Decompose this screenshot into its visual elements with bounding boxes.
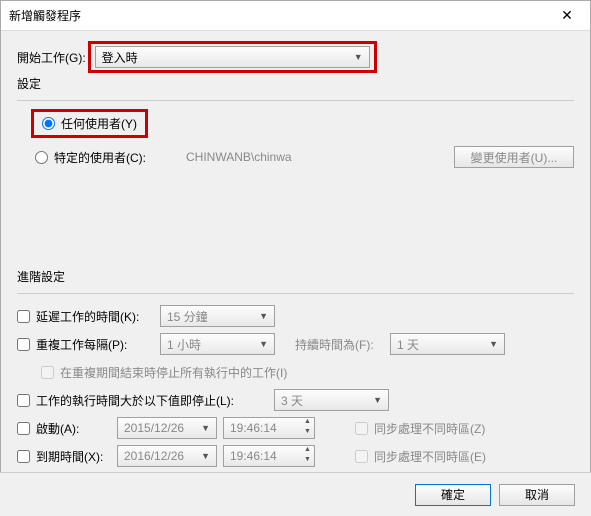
activate-time-value: 19:46:14 bbox=[230, 421, 277, 435]
specific-user-label: 特定的使用者(C): bbox=[54, 149, 146, 166]
specific-user-radio[interactable] bbox=[35, 151, 48, 164]
chevron-down-icon: ▼ bbox=[489, 339, 498, 349]
content: 開始工作(G): 登入時 ▼ 設定 任何使用者(Y) 特定的使用者(C): CH… bbox=[1, 31, 590, 512]
expire-time-field[interactable]: 19:46:14 bbox=[223, 445, 301, 467]
change-user-button[interactable]: 變更使用者(U)... bbox=[454, 146, 574, 168]
username-text: CHINWANB\chinwa bbox=[186, 150, 454, 164]
chevron-down-icon: ▼ bbox=[259, 311, 268, 321]
expire-sync-tz-label: 同步處理不同時區(E) bbox=[374, 448, 486, 465]
stop-if-longer-checkbox[interactable] bbox=[17, 394, 30, 407]
stop-if-longer-dropdown[interactable]: 3 天 ▼ bbox=[274, 389, 389, 411]
delay-checkbox[interactable] bbox=[17, 310, 30, 323]
close-icon[interactable]: ✕ bbox=[552, 7, 582, 24]
titlebar: 新增觸發程序 ✕ bbox=[1, 1, 590, 31]
any-user-label: 任何使用者(Y) bbox=[61, 115, 137, 132]
stop-if-longer-label: 工作的執行時間大於以下值即停止(L): bbox=[36, 392, 268, 409]
any-user-highlight: 任何使用者(Y) bbox=[31, 109, 148, 138]
cancel-button[interactable]: 取消 bbox=[499, 484, 575, 506]
expire-time-value: 19:46:14 bbox=[230, 449, 277, 463]
separator bbox=[17, 100, 574, 101]
any-user-radio[interactable] bbox=[42, 117, 55, 130]
duration-value: 1 天 bbox=[397, 336, 419, 353]
duration-dropdown[interactable]: 1 天 ▼ bbox=[390, 333, 505, 355]
chevron-down-icon: ▼ bbox=[201, 451, 210, 461]
activate-row: 啟動(A): 2015/12/26 ▼ 19:46:14 ▲▼ 同步處理不同時區… bbox=[17, 416, 574, 440]
activate-sync-tz-label: 同步處理不同時區(Z) bbox=[374, 420, 485, 437]
repeat-value: 1 小時 bbox=[167, 336, 201, 353]
expire-date-value: 2016/12/26 bbox=[124, 449, 184, 463]
expire-time-spinner[interactable]: ▲▼ bbox=[301, 445, 315, 467]
ok-button[interactable]: 確定 bbox=[415, 484, 491, 506]
expire-checkbox[interactable] bbox=[17, 450, 30, 463]
duration-label: 持續時間為(F): bbox=[295, 336, 390, 353]
expire-date-dropdown[interactable]: 2016/12/26 ▼ bbox=[117, 445, 217, 467]
any-user-row: 任何使用者(Y) bbox=[35, 111, 574, 136]
delay-label: 延遲工作的時間(K): bbox=[36, 308, 154, 325]
activate-checkbox[interactable] bbox=[17, 422, 30, 435]
repeat-label: 重複工作每隔(P): bbox=[36, 336, 154, 353]
start-task-highlight: 登入時 ▼ bbox=[88, 41, 377, 73]
window-title: 新增觸發程序 bbox=[9, 7, 81, 24]
separator-adv bbox=[17, 293, 574, 294]
activate-date-dropdown[interactable]: 2015/12/26 ▼ bbox=[117, 417, 217, 439]
chevron-down-icon: ▼ bbox=[201, 423, 210, 433]
start-task-label: 開始工作(G): bbox=[17, 49, 86, 66]
expire-sync-tz-checkbox bbox=[355, 450, 368, 463]
chevron-down-icon: ▼ bbox=[259, 339, 268, 349]
start-task-dropdown[interactable]: 登入時 ▼ bbox=[95, 46, 370, 68]
repeat-dropdown[interactable]: 1 小時 ▼ bbox=[160, 333, 275, 355]
repeat-checkbox[interactable] bbox=[17, 338, 30, 351]
delay-value: 15 分鐘 bbox=[167, 308, 208, 325]
stop-on-repeat-end-label: 在重複期間結束時停止所有執行中的工作(I) bbox=[60, 364, 287, 381]
stop-on-repeat-end-row: 在重複期間結束時停止所有執行中的工作(I) bbox=[41, 360, 574, 384]
delay-dropdown[interactable]: 15 分鐘 ▼ bbox=[160, 305, 275, 327]
stop-if-longer-value: 3 天 bbox=[281, 392, 303, 409]
activate-time-field[interactable]: 19:46:14 bbox=[223, 417, 301, 439]
expire-label: 到期時間(X): bbox=[36, 448, 111, 465]
footer: 確定 取消 bbox=[0, 472, 591, 516]
chevron-down-icon: ▼ bbox=[373, 395, 382, 405]
repeat-row: 重複工作每隔(P): 1 小時 ▼ 持續時間為(F): 1 天 ▼ bbox=[17, 332, 574, 356]
activate-time-spinner[interactable]: ▲▼ bbox=[301, 417, 315, 439]
stop-on-repeat-end-checkbox bbox=[41, 366, 54, 379]
start-task-row: 開始工作(G): 登入時 ▼ bbox=[17, 43, 574, 71]
expire-row: 到期時間(X): 2016/12/26 ▼ 19:46:14 ▲▼ 同步處理不同… bbox=[17, 444, 574, 468]
delay-row: 延遲工作的時間(K): 15 分鐘 ▼ bbox=[17, 304, 574, 328]
settings-title: 設定 bbox=[17, 75, 574, 92]
advanced-title: 進階設定 bbox=[17, 268, 574, 285]
start-task-value: 登入時 bbox=[102, 49, 138, 66]
chevron-down-icon: ▼ bbox=[354, 52, 363, 62]
stop-if-longer-row: 工作的執行時間大於以下值即停止(L): 3 天 ▼ bbox=[17, 388, 574, 412]
activate-label: 啟動(A): bbox=[36, 420, 111, 437]
specific-user-row: 特定的使用者(C): CHINWANB\chinwa 變更使用者(U)... bbox=[35, 146, 574, 168]
activate-sync-tz-checkbox bbox=[355, 422, 368, 435]
advanced-section: 進階設定 延遲工作的時間(K): 15 分鐘 ▼ 重複工作每隔(P): 1 小時… bbox=[17, 268, 574, 500]
activate-date-value: 2015/12/26 bbox=[124, 421, 184, 435]
